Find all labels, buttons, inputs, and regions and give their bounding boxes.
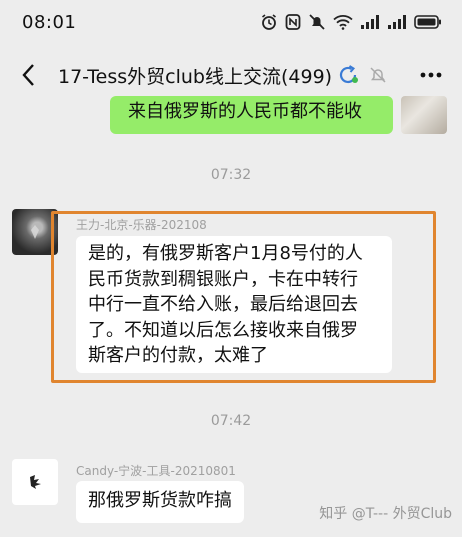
- incoming-message[interactable]: 那俄罗斯货款咋搞: [76, 481, 244, 523]
- status-bar: 08:01: [0, 0, 462, 44]
- nfc-icon: [285, 14, 301, 30]
- timestamp: 07:42: [210, 413, 252, 429]
- more-button[interactable]: [416, 60, 446, 90]
- back-button[interactable]: [8, 55, 48, 95]
- mute-icon: [309, 14, 325, 30]
- chat-header: 17-Tess外贸club线上交流(499): [0, 48, 462, 102]
- wifi-icon: [333, 15, 353, 30]
- status-icons: [260, 13, 442, 31]
- message-list[interactable]: 来自俄罗斯的人民币都不能收 07:32 王力-北京-乐器-202108 是的，有…: [0, 96, 462, 537]
- watermark: 知乎 @T--- 外贸Club: [319, 506, 452, 522]
- more-icon: [420, 72, 442, 78]
- avatar-logo-icon: [30, 475, 41, 489]
- back-arrow-icon: [22, 64, 34, 86]
- alarm-icon: [262, 14, 276, 30]
- signal-icon: [361, 15, 379, 29]
- highlight-annotation: [51, 211, 436, 383]
- avatar-logo-icon: [31, 225, 39, 239]
- sender-avatar[interactable]: [12, 459, 58, 505]
- own-avatar[interactable]: [401, 96, 447, 134]
- refresh-icon: [339, 65, 359, 84]
- status-time: 08:01: [22, 11, 77, 33]
- mute-bell-icon: [370, 67, 386, 83]
- sender-name: Candy-宁波-工具-20210801: [76, 464, 236, 478]
- signal-icon: [388, 15, 406, 29]
- chat-title[interactable]: 17-Tess外贸club线上交流(499): [58, 62, 332, 89]
- battery-icon: [414, 15, 441, 29]
- outgoing-message[interactable]: 来自俄罗斯的人民币都不能收: [110, 96, 393, 134]
- timestamp: 07:32: [210, 167, 252, 183]
- title-status-icons: [336, 63, 388, 87]
